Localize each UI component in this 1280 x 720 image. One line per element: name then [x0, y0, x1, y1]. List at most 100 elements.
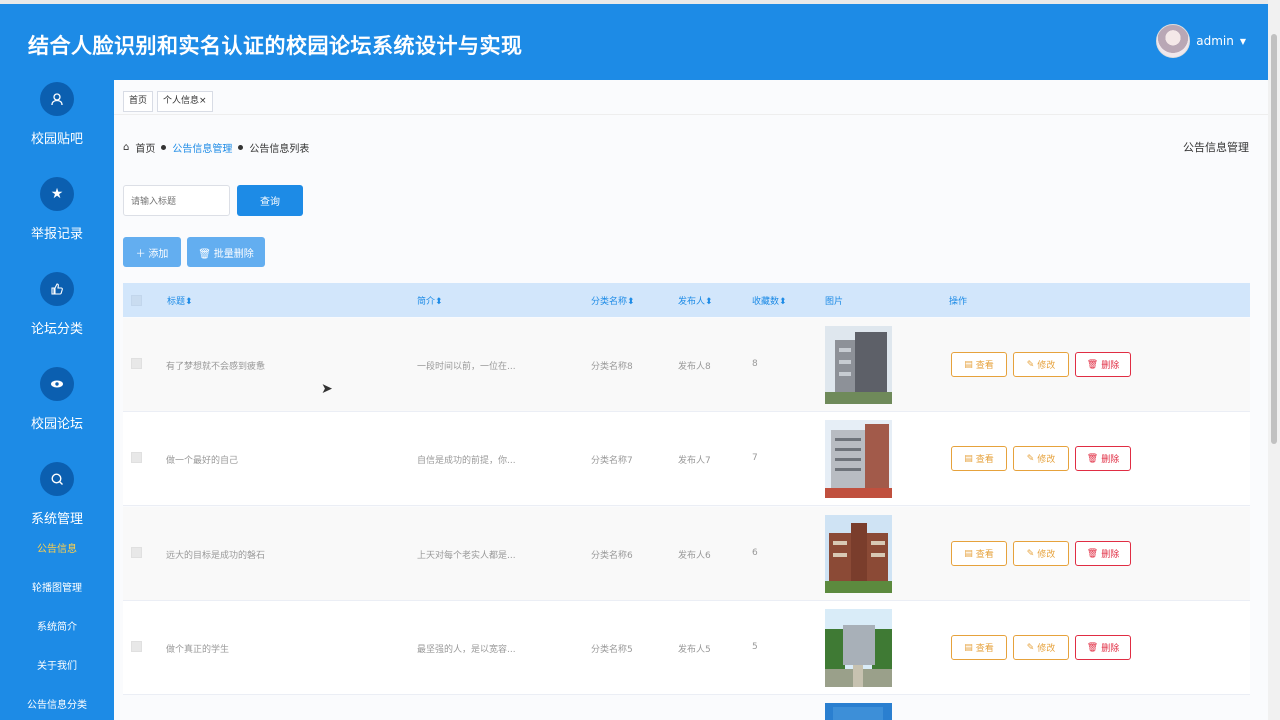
- sort-icon[interactable]: ⬍: [627, 297, 635, 307]
- table-row: 做一个最好的自己 自信是成功的前提，你... 分类名称7 发布人7 7 ▤ 查看 …: [123, 412, 1250, 506]
- page-scrollbar[interactable]: [1268, 0, 1280, 720]
- sidebar-subitem-system-intro[interactable]: 系统简介: [0, 618, 114, 633]
- sort-icon[interactable]: ⬍: [185, 297, 193, 307]
- edit-icon: ✎: [1026, 642, 1035, 653]
- trash-icon: 🗑: [1086, 453, 1099, 464]
- column-label: 发布人: [678, 297, 706, 307]
- delete-button[interactable]: 🗑 删除: [1075, 635, 1131, 660]
- sidebar-item-reports[interactable]: ★ 举报记录: [0, 177, 114, 242]
- sidebar-item-system-management[interactable]: 系统管理: [0, 462, 114, 527]
- column-label: 分类名称: [591, 297, 628, 307]
- sidebar-item-campus-forum[interactable]: 校园论坛: [0, 367, 114, 432]
- row-image: [825, 609, 892, 687]
- sidebar-item-label: 论坛分类: [30, 322, 83, 337]
- edit-icon: ✎: [1026, 453, 1035, 464]
- tab-home[interactable]: 首页: [123, 91, 154, 112]
- edit-button[interactable]: ✎ 修改: [1013, 446, 1069, 471]
- search-button[interactable]: 查询: [237, 185, 303, 216]
- cell-category: 分类名称6: [591, 551, 633, 561]
- sidebar: 校园贴吧 ★ 举报记录 论坛分类 校园论坛 系统管理 公告信息 轮播图管理 系统…: [0, 80, 114, 720]
- column-header-category[interactable]: 分类名称⬍: [591, 294, 635, 307]
- view-button[interactable]: ▤ 查看: [951, 635, 1007, 660]
- table-row: 远大的目标是成功的磐石 上天对每个老实人都是... 分类名称6 发布人6 6 ▤…: [123, 507, 1250, 601]
- column-header-publisher[interactable]: 发布人⬍: [678, 294, 713, 307]
- delete-button[interactable]: 🗑 删除: [1075, 352, 1131, 377]
- sidebar-item-label: 校园贴吧: [30, 132, 83, 147]
- delete-label: 删除: [1101, 550, 1120, 560]
- cell-category: 分类名称7: [591, 456, 633, 466]
- row-checkbox[interactable]: [131, 358, 142, 369]
- breadcrumb-home[interactable]: 首页: [135, 140, 155, 155]
- row-image: [825, 515, 892, 593]
- cell-title: 远大的目标是成功的磐石: [166, 551, 266, 561]
- view-label: 查看: [975, 644, 994, 654]
- cell-favorites: 8: [752, 359, 758, 369]
- plus-icon: ＋: [135, 248, 146, 260]
- column-header-favorites[interactable]: 收藏数⬍: [752, 294, 787, 307]
- edit-button[interactable]: ✎ 修改: [1013, 352, 1069, 377]
- cell-intro: 最坚强的人，是以宽容...: [417, 645, 516, 655]
- cell-intro: 自信是成功的前提，你...: [417, 456, 516, 466]
- sidebar-item-campus-bar[interactable]: 校园贴吧: [0, 82, 114, 147]
- tab-profile[interactable]: 个人信息×: [157, 91, 213, 112]
- row-checkbox[interactable]: [131, 452, 142, 463]
- sidebar-subitem-about-us[interactable]: 关于我们: [0, 657, 114, 672]
- user-menu[interactable]: admin ▼: [1156, 24, 1246, 58]
- trash-icon: 🗑: [198, 248, 211, 260]
- username[interactable]: admin: [1196, 34, 1234, 48]
- view-label: 查看: [975, 550, 994, 560]
- sort-icon[interactable]: ⬍: [779, 297, 787, 307]
- select-all-checkbox[interactable]: [131, 295, 142, 306]
- view-button[interactable]: ▤ 查看: [951, 541, 1007, 566]
- edit-label: 修改: [1037, 550, 1056, 560]
- delete-button[interactable]: 🗑 删除: [1075, 446, 1131, 471]
- sidebar-subitem-announcements[interactable]: 公告信息: [0, 540, 114, 555]
- cell-category: 分类名称8: [591, 362, 633, 372]
- cell-category: 分类名称5: [591, 645, 633, 655]
- home-icon: ⌂: [123, 142, 130, 153]
- scrollbar-thumb[interactable]: [1271, 34, 1277, 444]
- delete-button[interactable]: 🗑 删除: [1075, 541, 1131, 566]
- edit-button[interactable]: ✎ 修改: [1013, 635, 1069, 660]
- table-row: 做个真正的学生 最坚强的人，是以宽容... 分类名称5 发布人5 5 ▤ 查看 ✎…: [123, 601, 1250, 695]
- close-icon[interactable]: ×: [199, 96, 207, 106]
- thumbs-up-icon: [40, 272, 74, 306]
- breadcrumb-section[interactable]: 公告信息管理: [172, 140, 232, 155]
- edit-icon: ✎: [1026, 548, 1035, 559]
- cell-title: 有了梦想就不会感到疲惫: [166, 362, 266, 372]
- view-button[interactable]: ▤ 查看: [951, 352, 1007, 377]
- chevron-down-icon[interactable]: ▼: [1240, 37, 1246, 46]
- tab-label: 首页: [129, 96, 148, 106]
- sidebar-item-forum-category[interactable]: 论坛分类: [0, 272, 114, 337]
- row-checkbox[interactable]: [131, 547, 142, 558]
- edit-button[interactable]: ✎ 修改: [1013, 541, 1069, 566]
- column-label: 简介: [417, 297, 436, 307]
- column-header-intro[interactable]: 简介⬍: [417, 294, 443, 307]
- cell-intro: 上天对每个老实人都是...: [417, 551, 516, 561]
- document-icon: ▤: [964, 453, 973, 464]
- cell-publisher: 发布人8: [678, 362, 711, 372]
- search-input[interactable]: [123, 185, 230, 216]
- document-icon: ▤: [964, 359, 973, 370]
- cell-title: 做一个最好的自己: [166, 456, 239, 466]
- column-header-actions: 操作: [949, 297, 968, 307]
- column-header-title[interactable]: 标题⬍: [167, 294, 193, 307]
- add-button[interactable]: ＋ 添加: [123, 237, 181, 267]
- document-icon: ▤: [964, 642, 973, 653]
- edit-label: 修改: [1037, 361, 1056, 371]
- avatar[interactable]: [1156, 24, 1191, 58]
- batch-delete-button[interactable]: 🗑 批量删除: [187, 237, 265, 267]
- sidebar-subitem-announcement-category[interactable]: 公告信息分类: [0, 696, 114, 711]
- sort-icon[interactable]: ⬍: [705, 297, 713, 307]
- page-title: 公告信息管理: [1183, 141, 1249, 154]
- star-icon: ★: [40, 177, 74, 211]
- separator-dot: [161, 145, 167, 150]
- view-button[interactable]: ▤ 查看: [951, 446, 1007, 471]
- edit-label: 修改: [1037, 644, 1056, 654]
- add-label: 添加: [148, 248, 169, 260]
- sort-icon[interactable]: ⬍: [435, 297, 443, 307]
- view-label: 查看: [975, 361, 994, 371]
- cell-favorites: 5: [752, 642, 758, 652]
- sidebar-subitem-carousel[interactable]: 轮播图管理: [0, 579, 114, 594]
- row-checkbox[interactable]: [131, 641, 142, 652]
